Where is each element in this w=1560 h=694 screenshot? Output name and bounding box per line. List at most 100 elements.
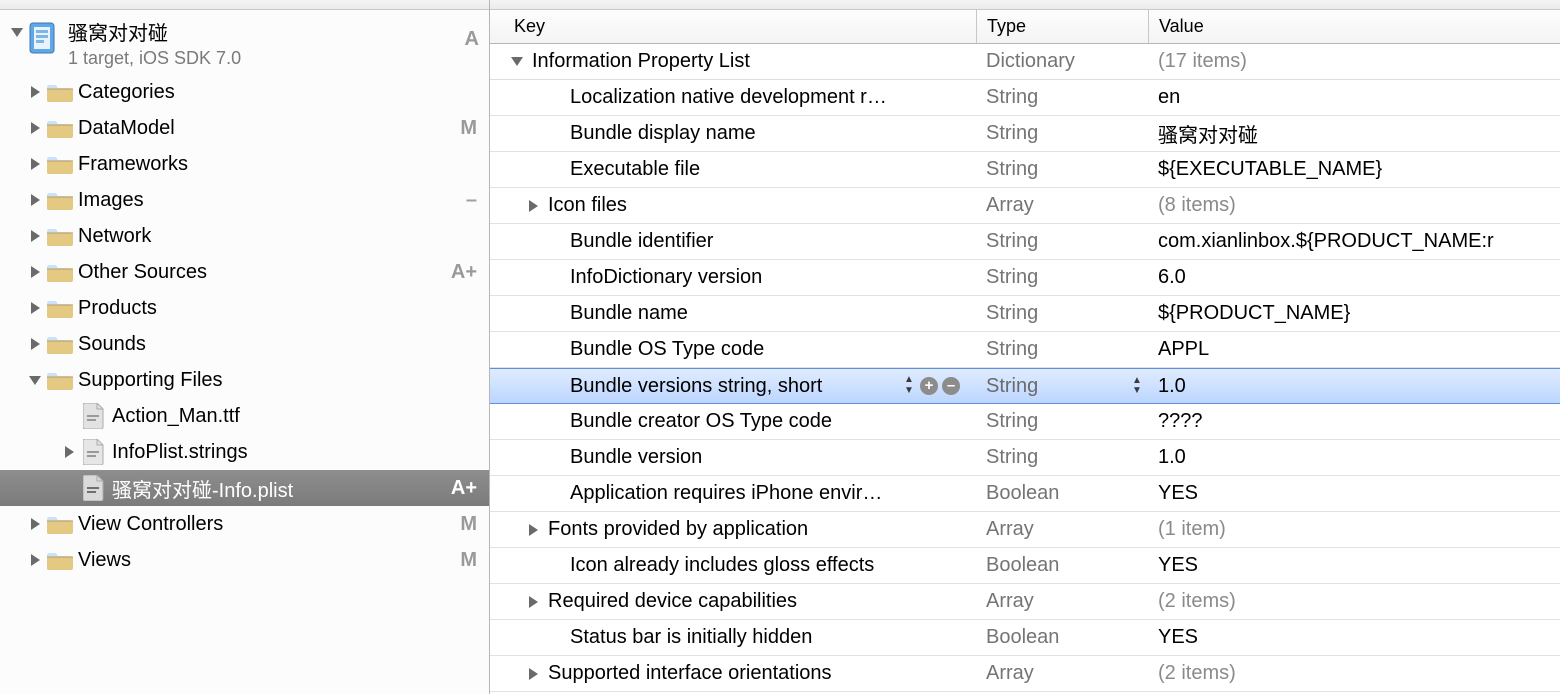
plist-type-cell[interactable]: String [976, 152, 1148, 187]
plist-type-cell[interactable]: String [976, 440, 1148, 475]
plist-key-cell[interactable]: Bundle versions string, short▲▼ [490, 369, 976, 403]
plist-row[interactable]: Bundle OS Type codeStringAPPL [490, 332, 1560, 368]
plist-key-cell[interactable]: Icon already includes gloss effects [490, 548, 976, 583]
plist-row[interactable]: Executable fileString${EXECUTABLE_NAME} [490, 152, 1560, 188]
plist-row[interactable]: Bundle display nameString骚窝对对碰 [490, 116, 1560, 152]
plist-type-cell[interactable]: Array [976, 584, 1148, 619]
plist-key-cell[interactable]: Status bar is initially hidden [490, 620, 976, 655]
plist-row[interactable]: Bundle identifierStringcom.xianlinbox.${… [490, 224, 1560, 260]
plist-row[interactable]: Required device capabilitiesArray(2 item… [490, 584, 1560, 620]
plist-type-cell[interactable]: Array [976, 512, 1148, 547]
plist-key-cell[interactable]: Fonts provided by application [490, 512, 976, 547]
disclosure-triangle-icon[interactable] [506, 57, 528, 66]
disclosure-triangle-icon[interactable] [24, 230, 46, 242]
plist-type-cell[interactable]: String [976, 116, 1148, 151]
disclosure-triangle-icon[interactable] [24, 554, 46, 566]
add-row-button[interactable] [920, 377, 938, 395]
disclosure-triangle-icon[interactable] [58, 446, 80, 458]
tree-file-row[interactable]: 骚窝对对碰-Info.plistA+ [0, 470, 489, 506]
plist-key-cell[interactable]: Localization native development r… [490, 80, 976, 115]
tree-file-row[interactable]: InfoPlist.strings [0, 434, 489, 470]
tree-folder-row[interactable]: Other SourcesA+ [0, 254, 489, 290]
plist-value-cell[interactable]: ${EXECUTABLE_NAME} [1148, 152, 1560, 187]
plist-type-cell[interactable]: String [976, 80, 1148, 115]
project-disclosure-icon[interactable] [6, 22, 28, 37]
disclosure-triangle-icon[interactable] [522, 200, 544, 212]
plist-value-cell[interactable]: 骚窝对对碰 [1148, 116, 1560, 151]
plist-value-cell[interactable]: 6.0 [1148, 260, 1560, 295]
disclosure-triangle-icon[interactable] [24, 158, 46, 170]
plist-row[interactable]: Status bar is initially hiddenBooleanYES [490, 620, 1560, 656]
plist-type-cell[interactable]: Dictionary [976, 44, 1148, 79]
plist-key-cell[interactable]: Bundle version [490, 440, 976, 475]
disclosure-triangle-icon[interactable] [522, 596, 544, 608]
plist-value-cell[interactable]: (1 item) [1148, 512, 1560, 547]
plist-key-cell[interactable]: Bundle creator OS Type code [490, 404, 976, 439]
plist-key-cell[interactable]: Application requires iPhone envir… [490, 476, 976, 511]
plist-type-cell[interactable]: String [976, 332, 1148, 367]
plist-value-cell[interactable]: (17 items) [1148, 44, 1560, 79]
plist-key-cell[interactable]: Supported interface orientations [490, 656, 976, 691]
plist-value-cell[interactable]: YES [1148, 620, 1560, 655]
tree-folder-row[interactable]: Frameworks [0, 146, 489, 182]
plist-value-cell[interactable]: en [1148, 80, 1560, 115]
disclosure-triangle-icon[interactable] [24, 376, 46, 385]
plist-key-cell[interactable]: Bundle identifier [490, 224, 976, 259]
plist-row[interactable]: Bundle nameString${PRODUCT_NAME} [490, 296, 1560, 332]
plist-value-cell[interactable]: APPL [1148, 332, 1560, 367]
plist-key-cell[interactable]: InfoDictionary version [490, 260, 976, 295]
plist-value-cell[interactable]: 1.0 [1148, 440, 1560, 475]
tree-folder-row[interactable]: DataModelM [0, 110, 489, 146]
tree-folder-row[interactable]: View ControllersM [0, 506, 489, 542]
plist-type-cell[interactable]: Array [976, 188, 1148, 223]
tree-folder-row[interactable]: Categories [0, 74, 489, 110]
disclosure-triangle-icon[interactable] [24, 122, 46, 134]
plist-row[interactable]: Application requires iPhone envir…Boolea… [490, 476, 1560, 512]
plist-row[interactable]: Icon filesArray(8 items) [490, 188, 1560, 224]
plist-key-cell[interactable]: Bundle display name [490, 116, 976, 151]
plist-type-cell[interactable]: Boolean [976, 476, 1148, 511]
plist-key-cell[interactable]: Icon files [490, 188, 976, 223]
plist-type-cell[interactable]: String [976, 404, 1148, 439]
disclosure-triangle-icon[interactable] [24, 194, 46, 206]
plist-type-cell[interactable]: String [976, 296, 1148, 331]
plist-value-cell[interactable]: (2 items) [1148, 584, 1560, 619]
plist-type-cell[interactable]: Array [976, 656, 1148, 691]
plist-row[interactable]: Fonts provided by applicationArray(1 ite… [490, 512, 1560, 548]
plist-value-cell[interactable]: (8 items) [1148, 188, 1560, 223]
disclosure-triangle-icon[interactable] [24, 86, 46, 98]
plist-row[interactable]: Bundle creator OS Type codeString???? [490, 404, 1560, 440]
plist-row[interactable]: Bundle versionString1.0 [490, 440, 1560, 476]
disclosure-triangle-icon[interactable] [24, 338, 46, 350]
tree-folder-row[interactable]: Images– [0, 182, 489, 218]
plist-type-cell[interactable]: Boolean [976, 548, 1148, 583]
plist-type-cell[interactable]: Boolean [976, 620, 1148, 655]
tree-file-row[interactable]: Action_Man.ttf [0, 398, 489, 434]
tree-folder-row[interactable]: Network [0, 218, 489, 254]
remove-row-button[interactable] [942, 377, 960, 395]
plist-key-cell[interactable]: Required device capabilities [490, 584, 976, 619]
plist-key-cell[interactable]: Bundle OS Type code [490, 332, 976, 367]
plist-row[interactable]: Icon already includes gloss effectsBoole… [490, 548, 1560, 584]
plist-row[interactable]: Bundle versions string, short▲▼String▲▼1… [490, 368, 1560, 404]
plist-value-cell[interactable]: com.xianlinbox.${PRODUCT_NAME:r [1148, 224, 1560, 259]
key-stepper-icon[interactable]: ▲▼ [902, 375, 916, 397]
column-header-value[interactable]: Value [1148, 10, 1560, 43]
disclosure-triangle-icon[interactable] [522, 668, 544, 680]
plist-row[interactable]: Supported interface orientationsArray(2 … [490, 656, 1560, 692]
plist-value-cell[interactable]: 1.0 [1148, 369, 1560, 403]
plist-value-cell[interactable]: YES [1148, 548, 1560, 583]
column-header-key[interactable]: Key [490, 10, 976, 43]
plist-key-cell[interactable]: Bundle name [490, 296, 976, 331]
plist-key-cell[interactable]: Information Property List [490, 44, 976, 79]
tree-folder-row[interactable]: Products [0, 290, 489, 326]
type-stepper-icon[interactable]: ▲▼ [1130, 376, 1144, 396]
plist-value-cell[interactable]: ${PRODUCT_NAME} [1148, 296, 1560, 331]
plist-value-cell[interactable]: (2 items) [1148, 656, 1560, 691]
project-header-row[interactable]: 骚窝对对碰 1 target, iOS SDK 7.0 A [0, 10, 489, 74]
plist-key-cell[interactable]: Executable file [490, 152, 976, 187]
tree-folder-row[interactable]: Sounds [0, 326, 489, 362]
plist-type-cell[interactable]: String [976, 260, 1148, 295]
plist-row[interactable]: InfoDictionary versionString6.0 [490, 260, 1560, 296]
tree-folder-row[interactable]: ViewsM [0, 542, 489, 578]
